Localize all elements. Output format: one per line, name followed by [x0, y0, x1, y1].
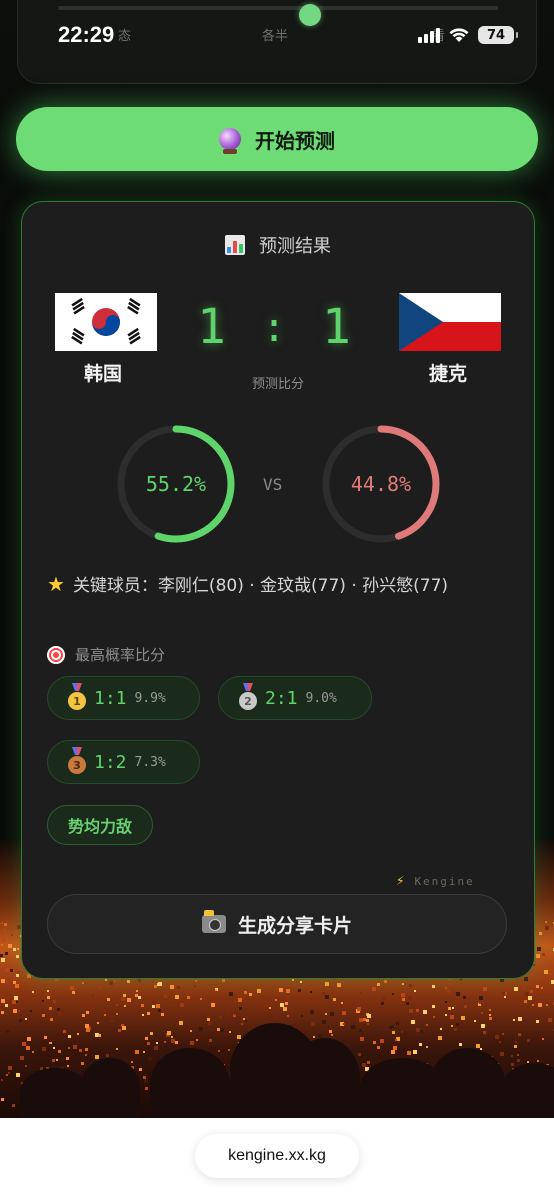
top-score-3[interactable]: 3 1:2 7.3% — [47, 740, 200, 784]
most-probable-scores-title: 最高概率比分 — [47, 644, 165, 665]
slider-track[interactable] — [58, 4, 498, 26]
key-players: ★ 关键球员：李刚仁(80) · 金玟哉(77) · 孙兴慜(77) — [47, 570, 517, 600]
bar-chart-icon — [225, 235, 245, 255]
slider-knob[interactable] — [299, 4, 321, 26]
top-score-percent: 9.9% — [134, 690, 166, 706]
score-separator: : — [262, 305, 287, 351]
home-win-percent: 55.2% — [145, 472, 207, 496]
away-win-percent: 44.8% — [350, 472, 412, 496]
wifi-icon — [449, 28, 469, 42]
result-title-text: 预测结果 — [259, 236, 331, 257]
key-players-list: 李刚仁(80) · 金玟哉(77) · 孙兴慜(77) — [157, 576, 449, 596]
away-score: 1 — [322, 299, 351, 355]
watermark-text: Kengine — [414, 875, 475, 888]
top-score-value: 1:1 — [94, 687, 127, 709]
verdict-badge: 势均力敌 — [47, 805, 154, 845]
top-score-value: 1:2 — [94, 751, 127, 773]
faded-label-center: 各半 — [262, 29, 289, 44]
top-score-1[interactable]: 1 1:1 9.9% — [47, 676, 200, 720]
key-players-label: 关键球员： — [72, 576, 158, 596]
top-score-value: 2:1 — [265, 687, 298, 709]
watermark: ⚡ Kengine — [396, 873, 475, 889]
status-icons: 74 — [418, 26, 518, 44]
top-score-percent: 7.3% — [134, 754, 166, 770]
target-icon — [47, 645, 65, 664]
gold-medal-icon: 1 — [68, 692, 86, 710]
south-korea-flag-icon — [55, 293, 157, 351]
most-probable-scores-label: 最高概率比分 — [75, 646, 166, 664]
faded-label-left: 态 — [118, 29, 132, 44]
share-button-label: 生成分享卡片 — [237, 914, 352, 937]
silver-medal-icon: 2 — [239, 692, 257, 710]
start-prediction-label: 开始预测 — [255, 128, 335, 153]
top-background: 态 各半 看 22:29 74 — [0, 0, 554, 100]
camera-flash-icon — [201, 910, 226, 933]
cellular-signal-icon — [418, 27, 440, 43]
crystal-ball-icon — [219, 128, 241, 154]
url-bar[interactable]: kengine.xx.kg — [195, 1134, 359, 1178]
top-score-2[interactable]: 2 2:1 9.0% — [218, 676, 372, 720]
away-team-name: 捷克 — [429, 363, 468, 385]
home-score: 1 — [197, 299, 226, 355]
prediction-result-card: 预测结果 韩国 1 : 1 预测比分 捷克 55.2% VS 44.8% ★ 关… — [21, 201, 535, 979]
top-score-percent: 9.0% — [305, 690, 337, 706]
bronze-medal-icon: 3 — [68, 756, 86, 774]
status-time: 22:29 — [58, 22, 115, 47]
vs-label: VS — [263, 475, 283, 494]
result-title: 预测结果 — [22, 232, 534, 258]
czech-flag-icon — [399, 293, 501, 351]
generate-share-card-button[interactable]: 生成分享卡片 — [47, 894, 507, 954]
star-icon: ★ — [47, 572, 65, 596]
lightning-icon: ⚡ — [396, 873, 405, 889]
battery-icon: 74 — [478, 26, 518, 44]
start-prediction-button[interactable]: 开始预测 — [16, 107, 538, 171]
